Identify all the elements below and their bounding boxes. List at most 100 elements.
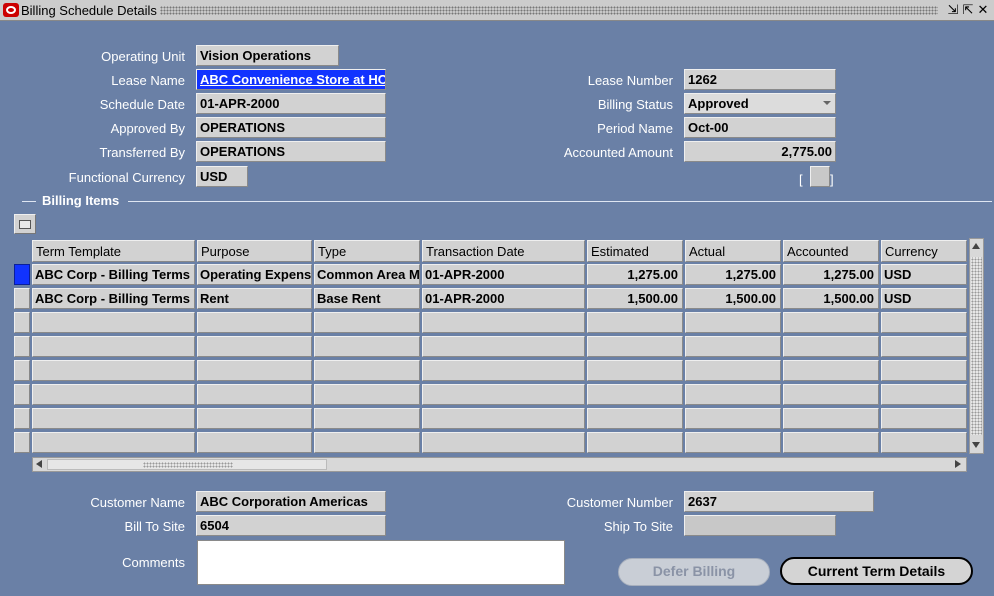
row-selector[interactable]: [14, 288, 30, 309]
empty-cell[interactable]: [783, 336, 879, 357]
period-name-field[interactable]: Oct-00: [684, 117, 836, 138]
empty-cell[interactable]: [32, 432, 195, 453]
empty-cell[interactable]: [197, 336, 312, 357]
scroll-down-icon[interactable]: [972, 442, 980, 448]
horizontal-scrollbar[interactable]: [32, 457, 967, 472]
vertical-scrollbar[interactable]: [969, 238, 984, 454]
empty-cell[interactable]: [197, 384, 312, 405]
scroll-left-icon[interactable]: [36, 460, 42, 468]
empty-cell[interactable]: [881, 408, 967, 429]
empty-cell[interactable]: [314, 384, 420, 405]
defer-billing-button[interactable]: Defer Billing: [618, 558, 770, 586]
col-term-template[interactable]: Term Template: [32, 240, 195, 262]
empty-cell[interactable]: [783, 360, 879, 381]
row-selector[interactable]: [14, 432, 30, 453]
empty-cell[interactable]: [314, 336, 420, 357]
empty-cell[interactable]: [783, 312, 879, 333]
comments-field[interactable]: [197, 540, 565, 585]
billing-status-select[interactable]: Approved: [684, 93, 836, 114]
cell-term-template[interactable]: ABC Corp - Billing Terms: [32, 288, 195, 309]
horizontal-scroll-thumb[interactable]: [47, 459, 327, 470]
approved-by-field[interactable]: OPERATIONS: [196, 117, 386, 138]
vertical-scroll-thumb[interactable]: [971, 257, 982, 435]
empty-cell[interactable]: [881, 384, 967, 405]
empty-cell[interactable]: [881, 360, 967, 381]
cell-actual[interactable]: 1,500.00: [685, 288, 781, 309]
empty-cell[interactable]: [685, 360, 781, 381]
customer-name-field[interactable]: ABC Corporation Americas: [196, 491, 386, 512]
empty-cell[interactable]: [32, 408, 195, 429]
titlebar-grip[interactable]: [160, 6, 938, 15]
cell-purpose[interactable]: Rent: [197, 288, 312, 309]
empty-cell[interactable]: [197, 432, 312, 453]
col-estimated[interactable]: Estimated: [587, 240, 683, 262]
cell-currency[interactable]: USD: [881, 264, 967, 285]
empty-cell[interactable]: [197, 408, 312, 429]
empty-cell[interactable]: [587, 384, 683, 405]
close-icon[interactable]: ✕: [976, 2, 990, 18]
cell-term-template[interactable]: ABC Corp - Billing Terms: [32, 264, 195, 285]
cell-actual[interactable]: 1,275.00: [685, 264, 781, 285]
schedule-date-field[interactable]: 01-APR-2000: [196, 93, 386, 114]
row-selector[interactable]: [14, 360, 30, 381]
empty-cell[interactable]: [197, 360, 312, 381]
cell-currency[interactable]: USD: [881, 288, 967, 309]
customer-number-field[interactable]: 2637: [684, 491, 874, 512]
empty-cell[interactable]: [587, 408, 683, 429]
empty-cell[interactable]: [314, 312, 420, 333]
ship-to-site-field[interactable]: [684, 515, 836, 536]
cell-type[interactable]: Common Area Maintenance: [314, 264, 420, 285]
lease-number-field[interactable]: 1262: [684, 69, 836, 90]
col-actual[interactable]: Actual: [685, 240, 781, 262]
empty-cell[interactable]: [587, 360, 683, 381]
empty-cell[interactable]: [32, 336, 195, 357]
row-selector[interactable]: [14, 408, 30, 429]
cell-accounted[interactable]: 1,500.00: [783, 288, 879, 309]
col-accounted[interactable]: Accounted: [783, 240, 879, 262]
empty-cell[interactable]: [587, 312, 683, 333]
empty-cell[interactable]: [587, 432, 683, 453]
empty-cell[interactable]: [685, 408, 781, 429]
cell-estimated[interactable]: 1,500.00: [587, 288, 683, 309]
empty-cell[interactable]: [314, 360, 420, 381]
scroll-up-icon[interactable]: [972, 243, 980, 249]
empty-cell[interactable]: [422, 360, 585, 381]
empty-cell[interactable]: [422, 312, 585, 333]
chevron-down-icon[interactable]: [823, 101, 831, 105]
col-type[interactable]: Type: [314, 240, 420, 262]
empty-cell[interactable]: [32, 360, 195, 381]
cell-estimated[interactable]: 1,275.00: [587, 264, 683, 285]
row-selector[interactable]: [14, 264, 30, 285]
minimize-icon[interactable]: ⇲: [946, 2, 960, 18]
empty-cell[interactable]: [783, 432, 879, 453]
col-transaction-date[interactable]: Transaction Date: [422, 240, 585, 262]
current-term-details-button[interactable]: Current Term Details: [780, 557, 973, 585]
maximize-icon[interactable]: ⇱: [961, 2, 975, 18]
descriptive-flexfield[interactable]: [810, 166, 830, 187]
row-selector[interactable]: [14, 384, 30, 405]
functional-currency-field[interactable]: USD: [196, 166, 248, 187]
cell-transaction-date[interactable]: 01-APR-2000: [422, 288, 585, 309]
cell-transaction-date[interactable]: 01-APR-2000: [422, 264, 585, 285]
bill-to-site-field[interactable]: 6504: [196, 515, 386, 536]
cell-accounted[interactable]: 1,275.00: [783, 264, 879, 285]
empty-cell[interactable]: [685, 312, 781, 333]
cell-purpose[interactable]: Operating Expense: [197, 264, 312, 285]
empty-cell[interactable]: [685, 384, 781, 405]
row-selector[interactable]: [14, 312, 30, 333]
empty-cell[interactable]: [881, 432, 967, 453]
empty-cell[interactable]: [783, 408, 879, 429]
empty-cell[interactable]: [881, 312, 967, 333]
transferred-by-field[interactable]: OPERATIONS: [196, 141, 386, 162]
empty-cell[interactable]: [32, 384, 195, 405]
empty-cell[interactable]: [685, 336, 781, 357]
empty-cell[interactable]: [783, 384, 879, 405]
empty-cell[interactable]: [422, 384, 585, 405]
empty-cell[interactable]: [422, 408, 585, 429]
row-selector[interactable]: [14, 336, 30, 357]
empty-cell[interactable]: [587, 336, 683, 357]
accounted-amount-field[interactable]: 2,775.00: [684, 141, 836, 162]
empty-cell[interactable]: [685, 432, 781, 453]
operating-unit-field[interactable]: Vision Operations: [196, 45, 339, 66]
empty-cell[interactable]: [314, 408, 420, 429]
